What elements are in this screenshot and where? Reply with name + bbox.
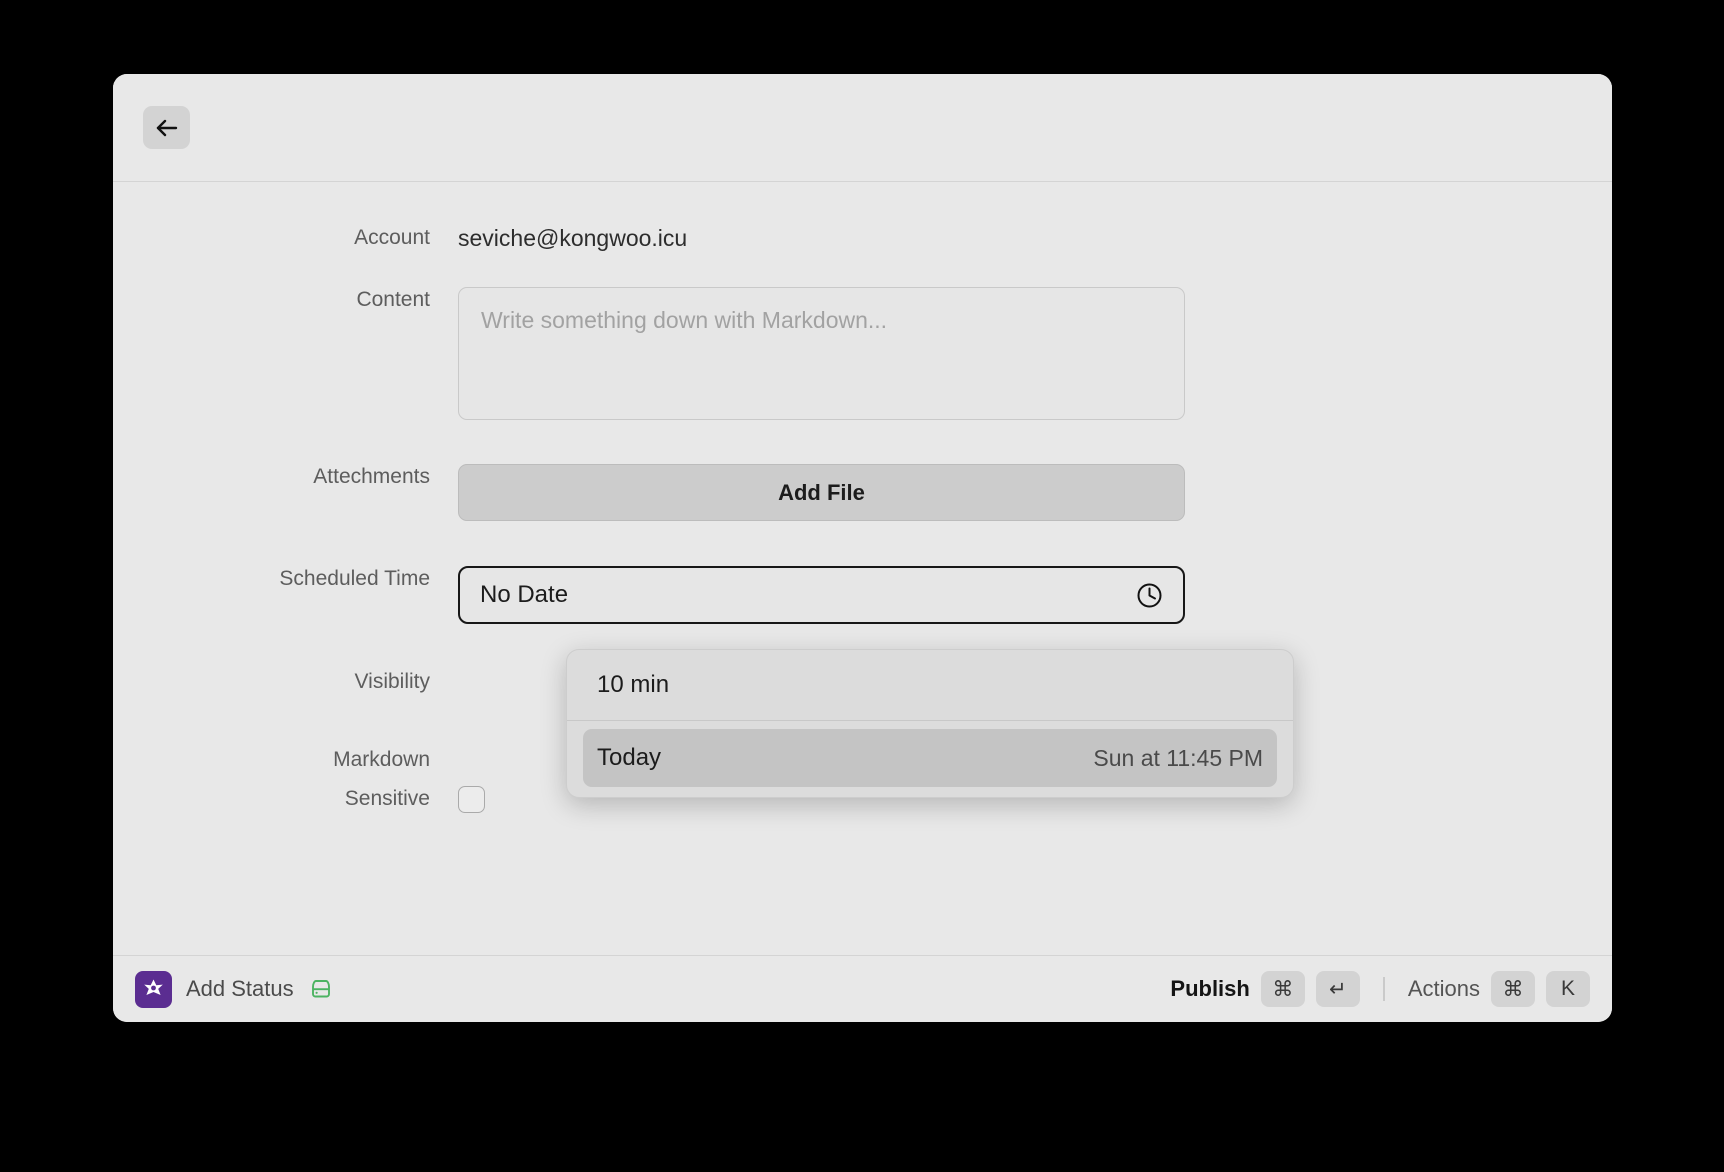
content-placeholder: Write something down with Markdown...: [481, 307, 888, 333]
markdown-label: Markdown: [333, 748, 430, 771]
toolbar-left-group: Add Status: [135, 970, 334, 1008]
clock-icon[interactable]: [1136, 582, 1163, 609]
actions-key-k[interactable]: K: [1546, 971, 1590, 1007]
visibility-label: Visibility: [354, 670, 430, 693]
compose-window: Account seviche@kongwoo.icu Content Writ…: [113, 74, 1612, 1022]
scheduled-time-label: Scheduled Time: [279, 567, 430, 590]
hard-drive-icon[interactable]: [308, 976, 334, 1002]
scheduled-time-input[interactable]: No Date: [458, 566, 1185, 624]
account-label: Account: [354, 226, 430, 249]
sensitive-checkbox[interactable]: [458, 786, 485, 813]
toolbar-right-group: Publish ⌘ ↵ Actions ⌘ K: [1170, 971, 1590, 1007]
dropdown-item-label: 10 min: [597, 671, 670, 698]
actions-key-command[interactable]: ⌘: [1491, 971, 1535, 1007]
form-row-account: Account seviche@kongwoo.icu: [113, 225, 687, 251]
publish-key-return[interactable]: ↵: [1315, 971, 1360, 1007]
desktop-background: Account seviche@kongwoo.icu Content Writ…: [0, 0, 1724, 1172]
dropdown-item-10-min[interactable]: 10 min: [567, 656, 1293, 714]
content-textarea[interactable]: Write something down with Markdown...: [458, 287, 1185, 420]
content-label: Content: [356, 288, 430, 311]
compose-form: Account seviche@kongwoo.icu Content Writ…: [113, 182, 1612, 955]
form-row-sensitive: Sensitive: [113, 786, 485, 813]
sensitive-label: Sensitive: [344, 787, 430, 810]
form-row-scheduled-time: Scheduled Time No Date: [113, 566, 1185, 624]
scheduled-time-dropdown: 10 min Today Sun at 11:45 PM: [566, 649, 1294, 798]
dropdown-item-trailing: Sun at 11:45 PM: [1093, 744, 1263, 771]
form-row-visibility: Visibility: [113, 669, 458, 695]
form-row-attachments: Attechments Add File: [113, 464, 1185, 521]
dropdown-item-today[interactable]: Today Sun at 11:45 PM: [583, 729, 1277, 787]
toolbar-divider: [1382, 977, 1385, 1001]
toolbar-title: Add Status: [186, 976, 294, 1001]
bottom-toolbar: Add Status Publish ⌘ ↵ Actions ⌘ K: [113, 955, 1612, 1022]
actions-label[interactable]: Actions: [1408, 976, 1480, 1002]
arrow-left-icon: [154, 115, 180, 141]
back-button[interactable]: [143, 106, 190, 149]
account-value: seviche@kongwoo.icu: [458, 225, 688, 251]
form-row-content: Content Write something down with Markdo…: [113, 287, 1185, 420]
scheduled-time-value: No Date: [480, 581, 569, 608]
publish-key-command[interactable]: ⌘: [1260, 971, 1305, 1007]
window-titlebar: [113, 74, 1612, 182]
add-file-button[interactable]: Add File: [458, 464, 1185, 521]
mastodon-app-icon: [135, 970, 172, 1008]
publish-label[interactable]: Publish: [1170, 976, 1249, 1002]
form-row-markdown: Markdown: [113, 747, 458, 773]
attachments-label: Attechments: [313, 465, 430, 488]
dropdown-item-label: Today: [597, 744, 662, 771]
dropdown-divider: [567, 720, 1293, 721]
